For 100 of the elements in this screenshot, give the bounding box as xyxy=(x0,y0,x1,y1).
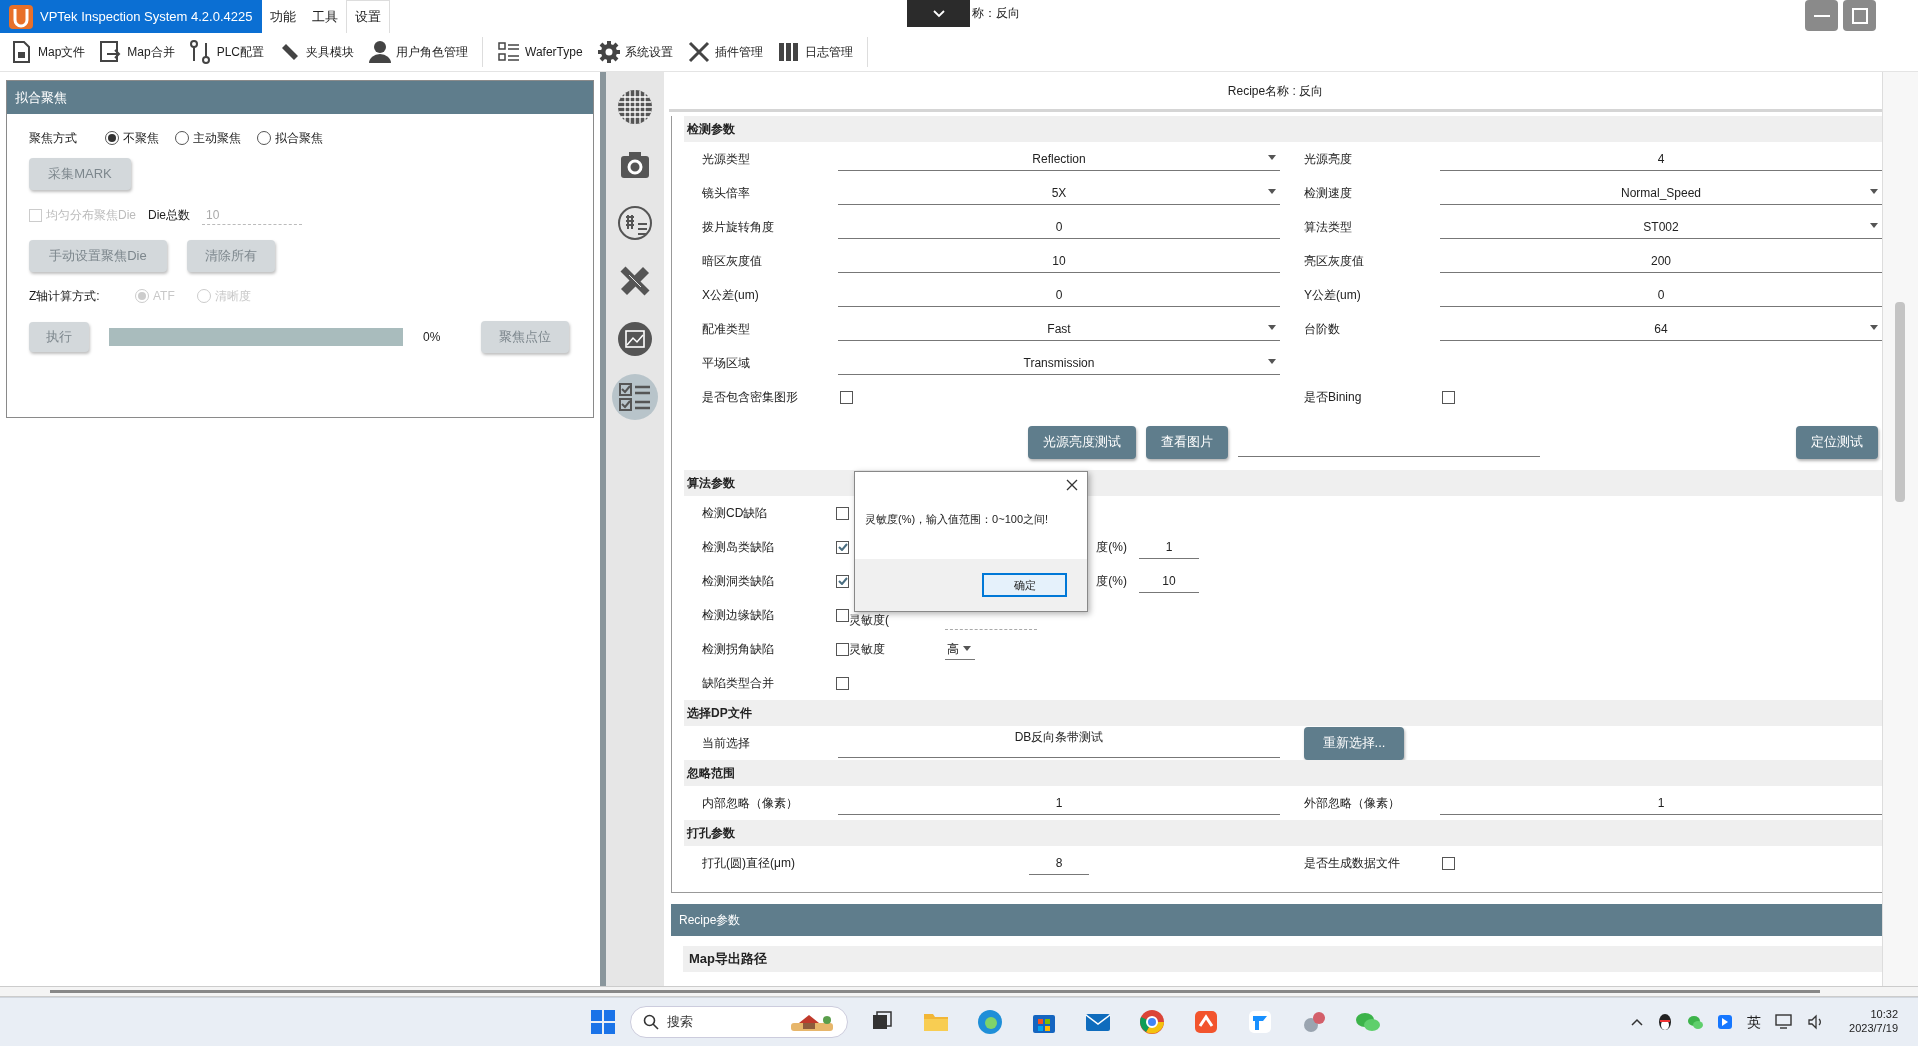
toolbar-button[interactable]: WaferType xyxy=(497,36,583,68)
input-field[interactable]: 0 xyxy=(838,283,1280,307)
field-label: 检测CD缺陷 xyxy=(702,505,769,522)
dropdown-caret-icon xyxy=(1268,189,1276,194)
toolbar-button[interactable]: 夹具模块 xyxy=(278,36,355,68)
flag-app-icon[interactable] xyxy=(1246,1008,1274,1036)
field-label: 配准类型 xyxy=(702,321,751,338)
dropdown-caret-icon xyxy=(963,646,971,651)
field-label: 灵敏度 xyxy=(849,641,886,658)
field-label: 检测拐角缺陷 xyxy=(702,641,775,658)
search-placeholder: 搜索 xyxy=(667,1013,693,1032)
check-icon xyxy=(837,543,848,551)
dropdown-field[interactable]: 5X xyxy=(838,181,1280,205)
dropdown-field[interactable]: Fast xyxy=(838,317,1280,341)
z-axis-label: Z轴计算方式: xyxy=(29,288,101,305)
position-test-button[interactable]: 定位测试 xyxy=(1796,425,1878,459)
input-field[interactable]: 0 xyxy=(1440,283,1882,307)
field-label: 拨片旋转角度 xyxy=(702,219,775,236)
dropdown-caret-icon xyxy=(1870,325,1878,330)
checkbox[interactable] xyxy=(836,642,849,656)
clock-date: 2023/7/19 xyxy=(1849,1022,1898,1036)
checkbox[interactable] xyxy=(840,390,853,404)
checkbox-label: 均匀分布聚焦Die xyxy=(46,207,136,224)
recipe-name: Recipe名称 : 反向 xyxy=(669,72,1882,112)
menu-tab[interactable]: 设置 xyxy=(346,0,390,33)
play-app-icon[interactable] xyxy=(1717,1014,1734,1030)
toolbar-button[interactable]: 系统设置 xyxy=(596,36,673,68)
input-field[interactable]: 8 xyxy=(1029,851,1089,875)
toolbar-button[interactable]: 插件管理 xyxy=(686,36,763,68)
user-icon xyxy=(368,40,393,64)
progress-reading: 0% xyxy=(423,329,441,346)
toolbar-button[interactable]: Map文件 xyxy=(10,36,86,68)
chevron-up-icon[interactable] xyxy=(1631,1018,1644,1026)
dropdown-caret-icon xyxy=(1870,189,1878,194)
dropdown-field[interactable]: Normal_Speed xyxy=(1440,181,1882,205)
dropdown-field[interactable]: ST002 xyxy=(1440,215,1882,239)
checkbox[interactable] xyxy=(1442,856,1455,870)
field-label: 是否生成数据文件 xyxy=(1304,855,1401,872)
input-field[interactable]: 200 xyxy=(1440,249,1882,273)
field-label: 检测速度 xyxy=(1304,185,1353,202)
checkbox[interactable] xyxy=(836,506,849,520)
field-label: 光源类型 xyxy=(702,151,751,168)
toolbar-button[interactable]: PLC配置 xyxy=(188,36,265,68)
input-field[interactable]: 10 xyxy=(1139,569,1199,593)
light-test-button[interactable]: 光源亮度测试 xyxy=(1028,425,1136,459)
toolbar-button[interactable]: 用户角色管理 xyxy=(368,36,469,68)
field-label: 打孔(圆)直径(μm) xyxy=(702,855,796,872)
dropdown-field[interactable]: 64 xyxy=(1440,317,1882,341)
input-field[interactable]: 0 xyxy=(838,215,1280,239)
panel-title: 拟合聚焦 xyxy=(7,81,593,114)
input-field[interactable]: 1 xyxy=(838,791,1280,815)
field-label: 灵敏度( xyxy=(849,612,890,629)
toolbar-button[interactable]: 日志管理 xyxy=(776,36,853,68)
focus-mode-label: 聚焦方式 xyxy=(29,130,78,147)
input-field[interactable]: 1 xyxy=(1139,535,1199,559)
toolbar-button[interactable]: Map合并 xyxy=(99,36,175,68)
image-icon xyxy=(617,321,653,357)
checkbox[interactable] xyxy=(836,608,849,622)
checkbox[interactable] xyxy=(836,676,849,690)
recipe-hint: 称：反向 xyxy=(972,5,1020,22)
sidebar-button[interactable] xyxy=(612,374,658,420)
checkbox[interactable] xyxy=(836,540,849,554)
scrollbar[interactable] xyxy=(0,986,1918,997)
dropdown-caret-icon xyxy=(1268,359,1276,364)
maximize-button[interactable] xyxy=(1843,0,1876,31)
logo-icon xyxy=(8,3,34,30)
dropdown-field[interactable]: Reflection xyxy=(838,147,1280,171)
reselect-button[interactable]: 重新选择... xyxy=(1304,726,1404,760)
arrow-app-icon[interactable] xyxy=(1192,1008,1220,1036)
search-field[interactable]: 搜索 xyxy=(630,1006,848,1038)
section-header: 检测参数 xyxy=(684,116,1882,142)
input-field[interactable]: 10 xyxy=(838,249,1280,273)
input-field[interactable]: DB反向条带测试 xyxy=(838,728,1280,758)
field-label: 光源亮度 xyxy=(1304,151,1353,168)
penguin-icon[interactable] xyxy=(1657,1013,1674,1031)
search-icon xyxy=(643,1014,659,1030)
browser-icon[interactable] xyxy=(976,1008,1004,1036)
radio-label: 主动聚焦 xyxy=(193,130,241,147)
dropdown-field[interactable]: Transmission xyxy=(838,351,1280,375)
view-image-button[interactable]: 查看图片 xyxy=(1146,425,1228,459)
checkbox[interactable] xyxy=(836,574,849,588)
checkbox[interactable] xyxy=(1442,390,1455,404)
map-list-icon xyxy=(617,205,653,241)
input-field[interactable]: 1 xyxy=(1440,791,1882,815)
dropdown-field[interactable]: 高 xyxy=(945,638,975,660)
field-label: 平场区域 xyxy=(702,355,751,372)
input-method-button[interactable]: 英 xyxy=(1747,1011,1762,1033)
minimize-button[interactable] xyxy=(1805,0,1838,31)
ok-button[interactable]: 确定 xyxy=(982,573,1067,597)
section-header: 选择DP文件 xyxy=(684,700,1882,726)
books-icon xyxy=(776,40,801,64)
windows-icon[interactable] xyxy=(590,1009,616,1035)
field-label: 镜头倍率 xyxy=(702,185,751,202)
input-field[interactable]: 4 xyxy=(1440,147,1882,171)
field-label: 度(%) xyxy=(1096,573,1127,590)
field-label: 是否包含密集图形 xyxy=(702,389,799,406)
scrollbar[interactable] xyxy=(1882,72,1918,986)
monitor-icon[interactable] xyxy=(1775,1014,1794,1030)
field-label: 算法类型 xyxy=(1304,219,1353,236)
field-label: 暗区灰度值 xyxy=(702,253,763,270)
